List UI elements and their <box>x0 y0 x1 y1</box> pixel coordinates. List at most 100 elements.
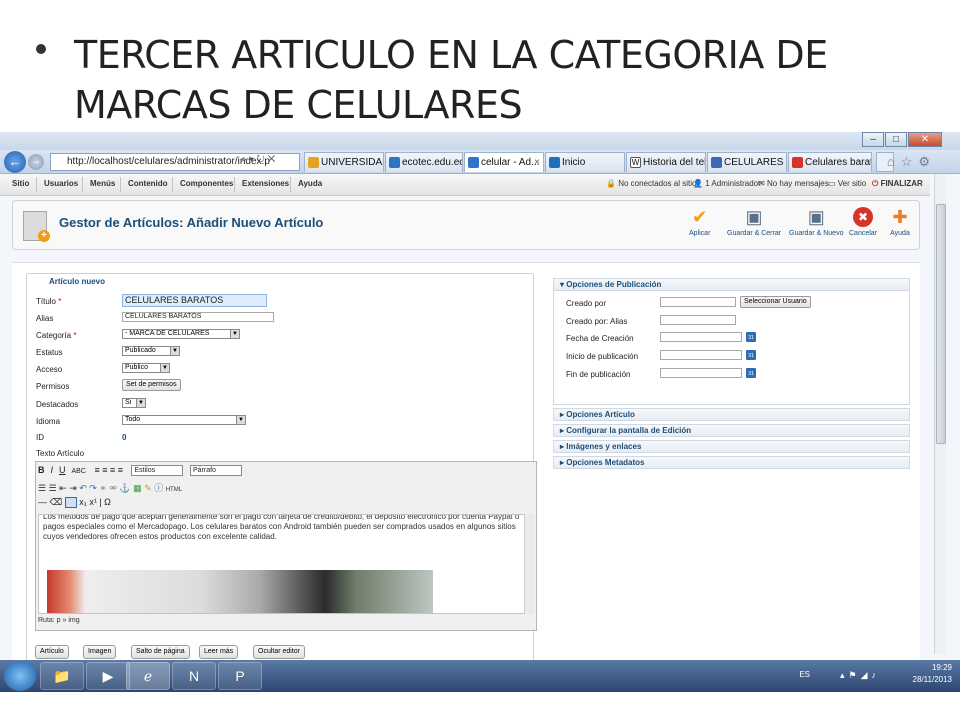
close-window-button[interactable]: ✕ <box>908 132 942 147</box>
scrollbar-thumb[interactable] <box>936 204 946 444</box>
status-select[interactable]: Publicado ▼ <box>122 346 180 356</box>
tab-inicio[interactable]: Inicio <box>545 152 625 172</box>
created-date-input[interactable] <box>660 332 742 342</box>
image-button[interactable]: Imagen <box>83 645 117 659</box>
calendar-icon[interactable]: 31 <box>746 368 756 378</box>
power-icon: ⏻ <box>872 179 879 188</box>
save-close-button[interactable]: ▣ Guardar & Cerrar <box>727 207 781 237</box>
onenote-icon[interactable]: N <box>172 662 216 690</box>
apply-button[interactable]: ✔ Aplicar <box>689 207 710 237</box>
article-image[interactable] <box>47 570 433 613</box>
undo-redo-icons[interactable]: ↶ ↷ <box>79 483 99 493</box>
set-permissions-button[interactable]: Set de permisos <box>122 379 181 391</box>
minimize-button[interactable]: – <box>862 132 884 147</box>
metadata-options-header[interactable]: ▸ Opciones Metadatos <box>553 456 910 469</box>
save-new-button[interactable]: ▣ Guardar & Nuevo <box>789 207 843 237</box>
editor-content[interactable]: Los métodos de pago que aceptan generalm… <box>38 514 526 614</box>
tab-celulares-baratos-google[interactable]: CELULARES BA... <box>707 152 787 172</box>
menu-extensiones[interactable]: Extensiones <box>242 179 289 188</box>
access-select[interactable]: Publico ▼ <box>122 363 170 373</box>
readmore-button[interactable]: Leer más <box>199 645 239 659</box>
article-options-header[interactable]: ▸ Opciones Artículo <box>553 408 910 421</box>
google-icon <box>711 157 722 168</box>
dropdown-arrow-icon: ▼ <box>236 416 245 424</box>
featured-select[interactable]: Si ▼ <box>122 398 146 408</box>
table-icon[interactable] <box>64 497 77 509</box>
media-player-icon[interactable]: ▶ <box>86 662 130 690</box>
calendar-icon[interactable]: 31 <box>746 350 756 360</box>
menu-contenido[interactable]: Contenido <box>128 179 168 188</box>
html-button[interactable]: HTML <box>166 487 182 493</box>
menu-sitio[interactable]: Sitio <box>12 179 29 188</box>
list-icons[interactable]: ☰ ☰ ⇤ ⇥ <box>38 483 79 493</box>
back-button[interactable]: ← <box>4 151 26 173</box>
link-icons[interactable]: ⚭ ⚮ <box>99 483 119 493</box>
align-icons[interactable]: ≡ ≡ ≡ ≡ <box>94 465 123 475</box>
tab-celulares-baratos[interactable]: Celulares barat... <box>788 152 872 172</box>
hide-editor-button[interactable]: Ocultar editor <box>253 645 306 659</box>
article-button[interactable]: Artículo <box>35 645 69 659</box>
powerpoint-icon[interactable]: P <box>218 662 262 690</box>
anchor-icon[interactable]: ⚓ <box>119 483 133 493</box>
alias-input[interactable]: CELULARES BARATOS <box>122 312 274 322</box>
tab-ecotec[interactable]: ecotec.edu.ec <box>385 152 463 172</box>
tab-celular-admin[interactable]: celular - Ad... × <box>464 152 544 172</box>
forward-button[interactable]: → <box>28 154 44 170</box>
tray-icons[interactable]: ▴⚑◢♪ <box>840 670 880 681</box>
menu-usuarios[interactable]: Usuarios <box>44 179 78 188</box>
eraser-icon[interactable]: ⌫ <box>50 497 65 507</box>
rich-text-editor: B I U ABC ≡ ≡ ≡ ≡ Estilos Párrafo ☰ ☰ ⇤ ⇥ ↶… <box>35 461 537 631</box>
address-controls[interactable]: ⌕ ▾ ↻ ✕ <box>241 154 275 165</box>
editor-scrollbar[interactable] <box>524 514 534 614</box>
tab-universidad[interactable]: UNIVERSIDAD ... <box>304 152 384 172</box>
images-links-header[interactable]: ▸ Imágenes y enlaces <box>553 440 910 453</box>
fieldset-legend: Artículo nuevo <box>47 277 108 286</box>
publish-up-input[interactable] <box>660 350 742 360</box>
browser-tool-icons[interactable]: ⌂☆⚙ <box>887 154 936 170</box>
menu-ayuda[interactable]: Ayuda <box>298 179 322 188</box>
strike-button[interactable]: ABC <box>72 468 86 475</box>
image-icon[interactable]: ▦ <box>133 483 144 493</box>
cleanup-icon[interactable]: ✎ <box>144 483 154 493</box>
pagebreak-button[interactable]: Salto de página <box>131 645 190 659</box>
hr-icon[interactable]: — <box>38 497 50 507</box>
editor-path: Ruta: p » img <box>38 617 80 624</box>
explorer-icon[interactable]: 📁 <box>40 662 84 690</box>
tab-historia[interactable]: WHistoria del tel... <box>626 152 706 172</box>
select-user-button[interactable]: Seleccionar Usuario <box>740 296 811 308</box>
close-tab-icon[interactable]: × <box>534 153 540 172</box>
page-title: Gestor de Artículos: Añadir Nuevo Artícu… <box>59 215 324 230</box>
category-select[interactable]: - MARCA DE CELULARES ▼ <box>122 329 240 339</box>
created-by-input[interactable] <box>660 297 736 307</box>
help-button[interactable]: ✚ Ayuda <box>890 207 910 237</box>
title-input[interactable]: CELULARES BARATOS <box>122 294 267 307</box>
logout-link[interactable]: ⏻ FINALIZAR <box>872 179 923 189</box>
styles-select[interactable]: Estilos <box>131 465 184 477</box>
system-clock[interactable]: 19:29 28/11/2013 <box>913 662 952 686</box>
joomla-menu: Sitio Usuarios Menús Contenido Component… <box>0 174 930 196</box>
language-select[interactable]: Todo ▼ <box>122 415 246 425</box>
view-site-link[interactable]: ▭ Ver sitio <box>828 179 866 188</box>
subscript-button[interactable]: x₁ <box>79 497 89 507</box>
help-editor-icon[interactable]: ⓘ <box>154 483 166 493</box>
created-by-alias-input[interactable] <box>660 315 736 325</box>
language-indicator[interactable]: ES <box>799 670 810 679</box>
joomla-icon <box>468 157 479 168</box>
page-scrollbar[interactable] <box>934 174 946 654</box>
italic-button[interactable]: I <box>51 465 54 475</box>
edit-screen-config-header[interactable]: ▸ Configurar la pantalla de Edición <box>553 424 910 437</box>
menu-menus[interactable]: Menús <box>90 179 115 188</box>
cancel-button[interactable]: ✖ Cancelar <box>849 207 877 237</box>
publish-down-input[interactable] <box>660 368 742 378</box>
format-select[interactable]: Párrafo <box>189 465 242 477</box>
internet-explorer-icon[interactable]: ℯ <box>126 662 170 690</box>
publishing-options-header[interactable]: ▾ Opciones de Publicación <box>553 278 910 291</box>
menu-componentes[interactable]: Componentes <box>180 179 233 188</box>
bold-button[interactable]: B <box>38 465 45 475</box>
maximize-button[interactable]: □ <box>885 132 907 147</box>
superscript-button[interactable]: x¹ <box>89 497 99 507</box>
special-char-button[interactable]: | Ω <box>99 497 111 507</box>
start-button[interactable] <box>4 661 36 691</box>
calendar-icon[interactable]: 31 <box>746 332 756 342</box>
underline-button[interactable]: U <box>59 465 66 475</box>
